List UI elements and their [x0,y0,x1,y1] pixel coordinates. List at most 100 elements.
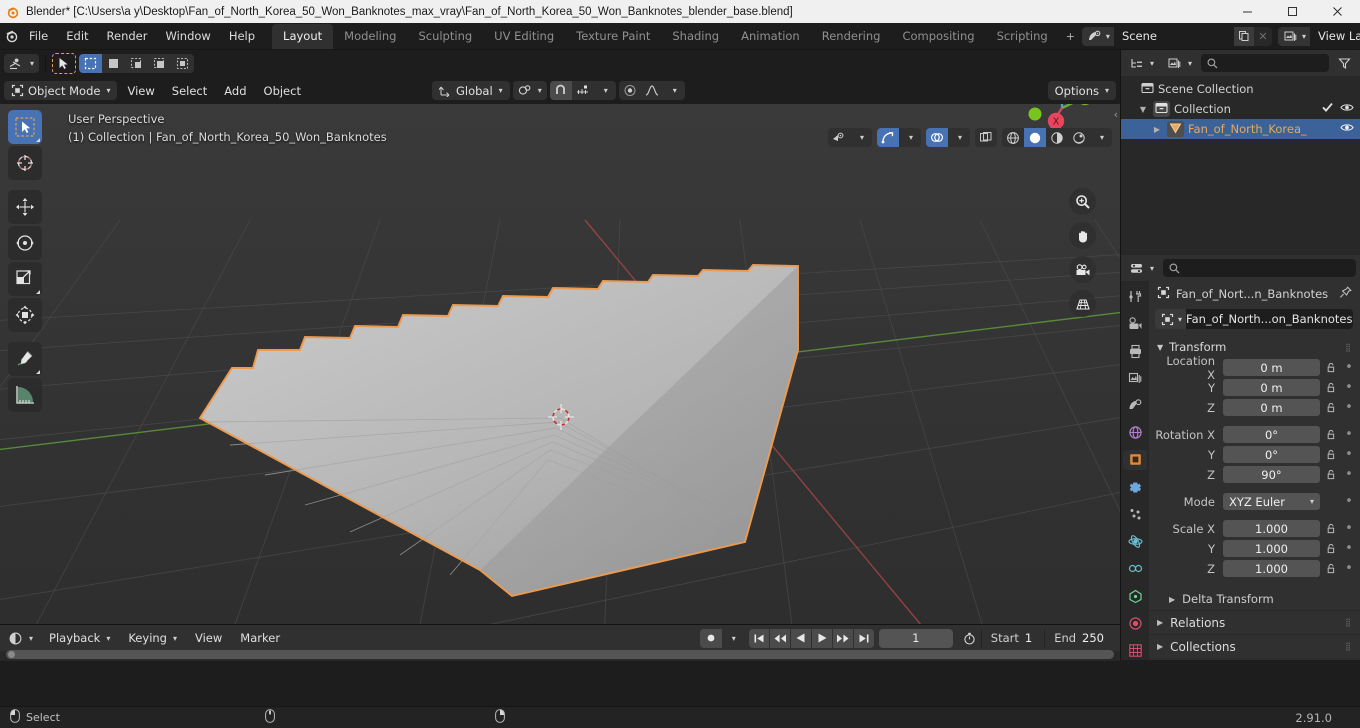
overlay-dropdown[interactable]: ▾ [948,128,970,147]
animate-property-icon[interactable]: • [1342,360,1356,375]
visibility-group[interactable]: ▾ [828,128,872,147]
menu-render[interactable]: Render [98,26,157,46]
timeline-menu-view[interactable]: View [188,629,229,648]
jump-end-icon[interactable] [853,628,874,648]
end-value[interactable]: 250 [1082,631,1116,645]
tab-scene[interactable] [1123,396,1147,415]
pivot-point-selector[interactable]: ▾ [512,81,547,100]
property-row-rotation-x[interactable]: Rotation X 0° • [1155,425,1356,444]
lock-icon[interactable] [1324,469,1338,480]
instancing-panel[interactable]: ▶ Instancing ⣿ [1149,658,1360,660]
object-icon[interactable]: ▾ [1155,309,1187,329]
menu-edit[interactable]: Edit [57,26,97,46]
select-mode-group[interactable] [79,54,195,73]
next-keyframe-icon[interactable] [832,628,853,648]
delta-transform-panel[interactable]: ▶ Delta Transform [1149,588,1360,610]
rendered-shading-icon[interactable] [1068,128,1090,147]
rotation-z-field[interactable]: 90° [1223,466,1320,483]
tab-world[interactable] [1123,423,1147,442]
property-row-scale-y[interactable]: Y 1.000 • [1155,539,1356,558]
select-intersect-icon[interactable] [171,54,194,73]
show-gizmo-icon[interactable] [877,128,899,147]
tab-tool[interactable] [1123,287,1147,306]
snap-increment-icon[interactable] [572,81,594,100]
viewport-menu-view[interactable]: View [120,81,161,100]
current-frame-field[interactable]: 1 [878,628,953,648]
proportional-edit-icon[interactable] [619,81,641,100]
tab-compositing[interactable]: Compositing [891,24,985,49]
lock-icon[interactable] [1324,382,1338,393]
3d-viewport[interactable]: ▾ Object Mode ▾ View Select Add Object G… [0,50,1120,624]
tab-object[interactable] [1123,450,1147,470]
sidebar-collapse-arrow-icon[interactable]: ‹ [1114,108,1118,121]
outliner-search-input[interactable] [1201,54,1329,72]
show-overlays-icon[interactable] [926,128,948,147]
measure-tool[interactable] [8,378,42,412]
xray-group[interactable] [975,128,997,147]
tab-physics[interactable] [1123,532,1147,551]
tab-sculpting[interactable]: Sculpting [407,24,483,49]
pin-icon[interactable] [1339,286,1352,302]
scene-selector[interactable]: ▾ Scene ✕ [1081,26,1272,46]
outliner-display-mode-selector[interactable]: ▾ [1163,53,1198,73]
cursor-tool[interactable] [8,146,42,180]
lock-icon[interactable] [1324,543,1338,554]
tab-data[interactable] [1123,586,1147,605]
scale-z-field[interactable]: 1.000 [1223,560,1320,577]
start-value[interactable]: 1 [1025,631,1044,645]
eye-icon[interactable] [1340,122,1354,136]
tab-rendering[interactable]: Rendering [811,24,892,49]
play-icon[interactable] [811,628,832,648]
annotate-tool[interactable] [8,342,42,376]
collections-panel[interactable]: ▶ Collections ⣿ [1149,634,1360,658]
timeline-scrollbar[interactable] [6,650,1114,659]
minimize-button[interactable] [1225,0,1270,23]
view-layer-icon[interactable]: ▾ [1277,26,1310,46]
properties-search-input[interactable] [1163,259,1356,277]
location-x-field[interactable]: 0 m [1223,359,1320,376]
viewport-menu-object[interactable]: Object [257,81,308,100]
falloff-curve-icon[interactable] [641,81,663,100]
select-extend-icon[interactable] [102,54,125,73]
tab-scripting[interactable]: Scripting [986,24,1059,49]
blender-logo-icon[interactable] [4,28,20,44]
tab-texture[interactable] [1123,641,1147,660]
auto-keying-group[interactable]: ▾ [699,628,744,648]
scale-y-field[interactable]: 1.000 [1223,540,1320,557]
tab-texture-paint[interactable]: Texture Paint [565,24,661,49]
lock-icon[interactable] [1324,429,1338,440]
record-icon[interactable] [699,628,722,648]
relations-panel[interactable]: ▶ Relations ⣿ [1149,610,1360,634]
toggle-xray-icon[interactable] [975,128,997,147]
property-row-rotation-y[interactable]: Y 0° • [1155,445,1356,464]
properties-editor-type-selector[interactable]: ▾ [1125,258,1160,278]
tab-layout[interactable]: Layout [272,23,334,49]
lock-icon[interactable] [1324,563,1338,574]
property-row-rotation-z[interactable]: Z 90° • [1155,465,1356,484]
hand-pan-icon[interactable] [1069,222,1096,249]
tab-animation[interactable]: Animation [730,24,811,49]
timeline-menu-keying[interactable]: Keying ▾ [121,628,184,648]
view-layer-name[interactable]: View Layer [1309,26,1360,46]
viewport-menu-add[interactable]: Add [217,81,253,100]
animate-property-icon[interactable]: • [1342,447,1356,462]
viewport-options-button[interactable]: Options ▾ [1047,81,1116,100]
close-button[interactable] [1315,0,1360,23]
snap-magnet-icon[interactable] [549,81,572,100]
editor-type-selector[interactable]: ▾ [4,54,40,73]
transform-tool[interactable] [8,298,42,332]
lock-icon[interactable] [1324,523,1338,534]
stopwatch-icon[interactable] [958,632,981,645]
animate-property-icon[interactable]: • [1342,400,1356,415]
camera-view-icon[interactable] [1069,256,1096,283]
scene-icon[interactable]: ▾ [1081,26,1114,46]
wireframe-shading-icon[interactable] [1002,128,1024,147]
select-subtract-icon[interactable] [125,54,148,73]
shading-mode-group[interactable]: ▾ [1002,128,1112,147]
object-mode-selector[interactable]: Object Mode ▾ [4,81,118,100]
scale-tool[interactable] [8,262,42,296]
outliner-row-collection[interactable]: ▼ Collection [1121,99,1360,119]
transport-controls[interactable] [748,628,874,648]
snapping-group[interactable]: ▾ [549,81,616,100]
move-tool[interactable] [8,190,42,224]
